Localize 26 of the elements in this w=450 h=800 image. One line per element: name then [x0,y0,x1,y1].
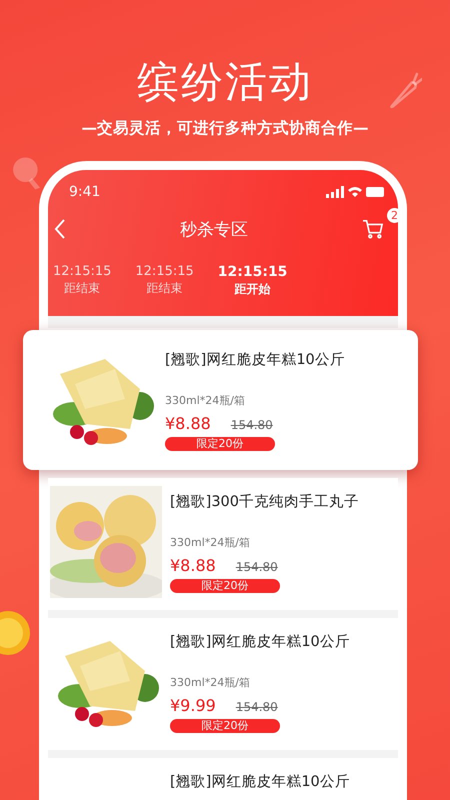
product-spec: 330ml*24瓶/箱 [170,675,250,690]
status-time: 9:41 [69,184,100,200]
product-title: [翘歌]网红脆皮年糕10公斤 [165,351,345,369]
limit-badge: 限定20份 [170,579,280,593]
original-price: 154.80 [236,560,278,574]
cart-icon[interactable] [362,219,384,239]
product-title: [翘歌]网红脆皮年糕10公斤 [170,773,350,791]
headline: 缤纷活动 [137,56,313,108]
back-icon[interactable] [54,219,66,239]
original-price: 154.80 [230,418,273,432]
coin-icon [0,608,30,658]
subtitle: —交易灵活，可进行多种方式协商合作— [82,118,368,139]
sale-price: ¥8.88 [170,556,216,575]
product-spec: 330ml*24瓶/箱 [170,535,250,550]
original-price: 154.80 [236,700,278,714]
product-title: [翘歌]网红脆皮年糕10公斤 [170,633,350,651]
sale-price: ¥9.99 [170,696,216,715]
status-icons [326,186,386,198]
sale-price: ¥8.88 [165,414,211,433]
limit-badge: 限定20份 [170,719,280,733]
page-title: 秒杀专区 [180,218,248,240]
limit-badge: 限定20份 [165,437,275,451]
product-title: [翘歌]300千克纯肉手工丸子 [170,492,359,511]
product-spec: 330ml*24瓶/箱 [165,393,245,408]
timer-tab[interactable]: 12:15:15 距开始 [218,264,288,298]
product-card[interactable]: [翘歌]网红脆皮年糕10公斤 330ml*24瓶/箱 ¥8.88 154.80 限定20份 [23,330,418,470]
